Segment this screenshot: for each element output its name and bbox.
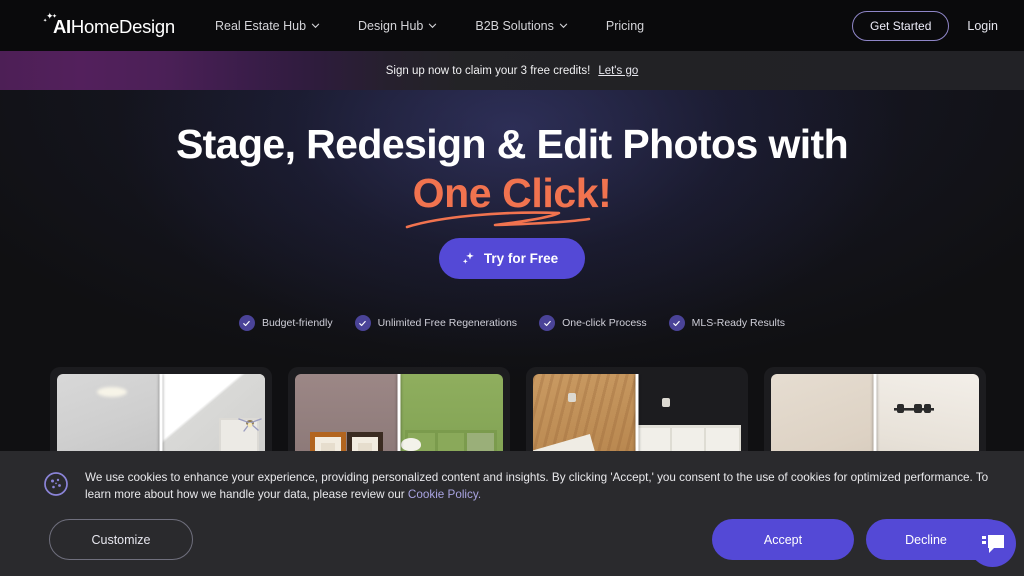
try-for-free-label: Try for Free bbox=[483, 251, 559, 266]
hero-accent-wrap: One Click! bbox=[0, 170, 1024, 229]
nav-label: B2B Solutions bbox=[475, 18, 554, 33]
check-icon bbox=[539, 315, 556, 331]
feature-label: Budget-friendly bbox=[261, 317, 333, 329]
nav-item-pricing[interactable]: Pricing bbox=[587, 0, 663, 51]
try-for-free-button[interactable]: Try for Free bbox=[438, 238, 586, 279]
chevron-down-icon bbox=[428, 21, 437, 30]
promo-lets-go-link[interactable]: Let's go bbox=[598, 65, 638, 77]
nav-item-real-estate-hub[interactable]: Real Estate Hub bbox=[196, 0, 339, 51]
feature-budget-friendly: Budget-friendly bbox=[238, 315, 333, 331]
logo[interactable]: ✦ ✦ ✦ AIHomeDesign bbox=[42, 11, 175, 39]
feature-unlimited-free-regenerations: Unlimited Free Regenerations bbox=[354, 315, 518, 331]
feature-label: One-click Process bbox=[562, 317, 647, 329]
cookie-message-row: We use cookies to enhance your experienc… bbox=[43, 470, 1002, 503]
lamp-shape bbox=[401, 438, 422, 452]
feature-list: Budget-friendly Unlimited Free Regenerat… bbox=[0, 315, 1024, 331]
nav-links: Real Estate Hub Design Hub B2B Solutions… bbox=[196, 0, 663, 51]
accept-button[interactable]: Accept bbox=[712, 519, 854, 560]
promo-banner: Sign up now to claim your 3 free credits… bbox=[0, 51, 1024, 90]
page-root: ✦ ✦ ✦ AIHomeDesign Real Estate Hub Desig… bbox=[0, 0, 1024, 576]
check-icon bbox=[668, 315, 685, 331]
feature-label: Unlimited Free Regenerations bbox=[377, 317, 518, 329]
check-icon bbox=[238, 315, 255, 331]
underline-squiggle-icon bbox=[405, 211, 590, 229]
nav-label: Pricing bbox=[605, 18, 645, 33]
promo-text: Sign up now to claim your 3 free credits… bbox=[385, 64, 591, 77]
hero-cta-wrap: Try for Free bbox=[0, 238, 1024, 279]
cookie-banner: We use cookies to enhance your experienc… bbox=[0, 451, 1024, 576]
cookie-text: We use cookies to enhance your experienc… bbox=[85, 470, 1002, 503]
cookie-actions: Customize Accept Decline bbox=[0, 519, 1024, 561]
page-title: Stage, Redesign & Edit Photos with bbox=[175, 121, 849, 167]
chevron-down-icon bbox=[559, 21, 568, 30]
get-started-button[interactable]: Get Started bbox=[852, 10, 950, 41]
sparkle-icon: ✦ ✦ ✦ bbox=[43, 11, 58, 24]
check-icon bbox=[354, 315, 371, 331]
customize-button[interactable]: Customize bbox=[49, 519, 193, 560]
feature-label: MLS-Ready Results bbox=[691, 317, 786, 329]
nav-label: Design Hub bbox=[358, 18, 424, 33]
nav-item-design-hub[interactable]: Design Hub bbox=[339, 0, 456, 51]
chevron-down-icon bbox=[311, 21, 320, 30]
login-link[interactable]: Login bbox=[967, 19, 998, 33]
logo-suffix: HomeDesign bbox=[70, 16, 175, 37]
feature-one-click-process: One-click Process bbox=[539, 315, 647, 331]
cookie-policy-link[interactable]: Cookie Policy. bbox=[408, 488, 481, 501]
chat-bubble-icon bbox=[981, 534, 1004, 553]
sparkle-icon bbox=[461, 251, 476, 266]
hero-accent-title: One Click! bbox=[405, 170, 612, 229]
cookie-text-body: We use cookies to enhance your experienc… bbox=[85, 471, 989, 501]
navbar: ✦ ✦ ✦ AIHomeDesign Real Estate Hub Desig… bbox=[0, 0, 1024, 51]
nav-item-b2b-solutions[interactable]: B2B Solutions bbox=[456, 0, 587, 51]
nav-actions: Get Started Login bbox=[852, 0, 998, 51]
chat-widget-button[interactable] bbox=[969, 520, 1016, 567]
ceiling-fan-icon bbox=[238, 418, 262, 432]
cookie-icon bbox=[43, 471, 69, 497]
logo-text: AIHomeDesign bbox=[53, 16, 175, 38]
track-light-icon bbox=[893, 404, 934, 414]
nav-label: Real Estate Hub bbox=[215, 18, 307, 33]
feature-mls-ready-results: MLS-Ready Results bbox=[668, 315, 786, 331]
